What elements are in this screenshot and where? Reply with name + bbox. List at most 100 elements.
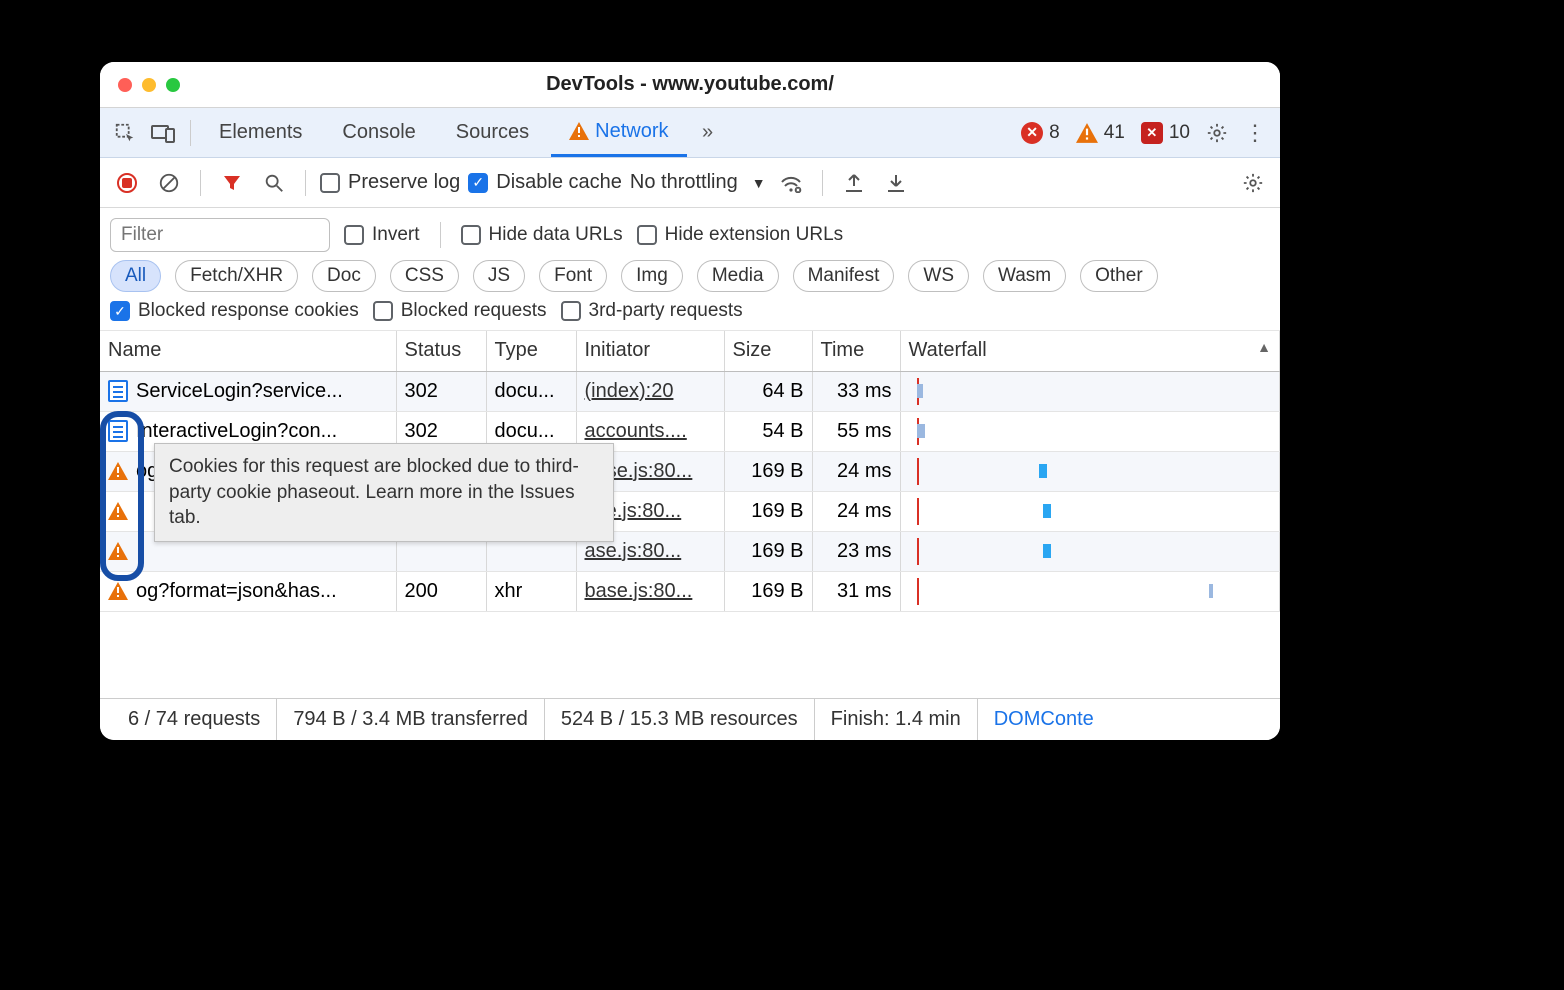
warning-icon [1076, 123, 1098, 143]
warnings-badge[interactable]: 41 [1076, 122, 1125, 144]
hide-data-label: Hide data URLs [489, 224, 623, 246]
cookie-blocked-tooltip: Cookies for this request are blocked due… [154, 443, 614, 542]
separator [440, 222, 441, 248]
download-har-icon[interactable] [879, 166, 913, 200]
type-filter-doc[interactable]: Doc [312, 260, 376, 292]
request-initiator[interactable]: ase.js:80... [585, 540, 682, 562]
request-name: ServiceLogin?service... [136, 380, 343, 403]
disable-cache-checkbox[interactable]: ✓ Disable cache [468, 171, 622, 194]
third-party-checkbox[interactable]: 3rd-party requests [561, 300, 743, 322]
hide-extension-urls-checkbox[interactable]: Hide extension URLs [637, 224, 843, 246]
type-filter-css[interactable]: CSS [390, 260, 459, 292]
panel-tabs: Elements Console Sources Network » ✕ 8 4… [100, 108, 1280, 158]
separator [305, 170, 306, 196]
separator [822, 170, 823, 196]
throttling-value: No throttling [630, 171, 738, 194]
type-filter-all[interactable]: All [110, 260, 161, 292]
hide-data-urls-checkbox[interactable]: Hide data URLs [461, 224, 623, 246]
network-conditions-icon[interactable] [774, 166, 808, 200]
request-name: og?format=json&has... [136, 580, 337, 603]
warning-icon [108, 582, 128, 600]
table-header-row: Name Status Type Initiator Size Time Wat… [100, 331, 1280, 371]
status-bar: 6 / 74 requests 794 B / 3.4 MB transferr… [100, 698, 1280, 740]
table-row[interactable]: og?format=json&has...200xhrbase.js:80...… [100, 571, 1280, 611]
filter-icon[interactable] [215, 166, 249, 200]
filter-bar: Invert Hide data URLs Hide extension URL… [100, 208, 1280, 331]
maximize-window-button[interactable] [166, 78, 180, 92]
type-filter-media[interactable]: Media [697, 260, 779, 292]
type-filter-ws[interactable]: WS [908, 260, 969, 292]
tab-elements[interactable]: Elements [201, 108, 320, 157]
checkbox-icon [344, 225, 364, 245]
upload-har-icon[interactable] [837, 166, 871, 200]
col-name[interactable]: Name [100, 331, 396, 371]
type-filter-js[interactable]: JS [473, 260, 525, 292]
disable-cache-label: Disable cache [496, 171, 622, 194]
type-filter-manifest[interactable]: Manifest [793, 260, 895, 292]
blocked-cookies-checkbox[interactable]: ✓ Blocked response cookies [110, 300, 359, 322]
throttling-select[interactable]: No throttling ▼ [630, 171, 766, 194]
hide-ext-label: Hide extension URLs [665, 224, 843, 246]
tab-console[interactable]: Console [324, 108, 433, 157]
type-filter-wasm[interactable]: Wasm [983, 260, 1066, 292]
minimize-window-button[interactable] [142, 78, 156, 92]
type-filter-img[interactable]: Img [621, 260, 683, 292]
col-status[interactable]: Status [396, 331, 486, 371]
status-transferred: 794 B / 3.4 MB transferred [277, 699, 545, 740]
type-filter-other[interactable]: Other [1080, 260, 1158, 292]
checkbox-icon [373, 301, 393, 321]
request-initiator[interactable]: accounts.... [585, 420, 687, 442]
more-tabs-icon[interactable]: » [691, 116, 725, 150]
document-icon [108, 380, 128, 402]
request-status: 200 [396, 571, 486, 611]
issues-count: 10 [1169, 122, 1190, 144]
waterfall-cell [909, 498, 1272, 525]
request-size: 169 B [724, 531, 812, 571]
network-settings-icon[interactable] [1236, 166, 1270, 200]
invert-checkbox[interactable]: Invert [344, 224, 420, 246]
blocked-req-label: Blocked requests [401, 300, 547, 322]
close-window-button[interactable] [118, 78, 132, 92]
request-initiator[interactable]: (index):20 [585, 380, 674, 402]
col-time[interactable]: Time [812, 331, 900, 371]
col-size[interactable]: Size [724, 331, 812, 371]
request-initiator[interactable]: base.js:80... [585, 580, 693, 602]
errors-badge[interactable]: ✕ 8 [1021, 122, 1060, 144]
sort-asc-icon: ▲ [1257, 339, 1271, 355]
errors-count: 8 [1049, 122, 1060, 144]
window-controls [100, 78, 180, 92]
filter-input[interactable] [110, 218, 330, 252]
more-menu-icon[interactable]: ⋮ [1238, 116, 1272, 150]
separator [190, 120, 191, 146]
waterfall-cell [909, 418, 1272, 445]
issues-badge[interactable]: ✕ 10 [1141, 122, 1190, 144]
clear-button[interactable] [152, 166, 186, 200]
blocked-requests-checkbox[interactable]: Blocked requests [373, 300, 547, 322]
search-icon[interactable] [257, 166, 291, 200]
type-filter-font[interactable]: Font [539, 260, 607, 292]
status-finish: Finish: 1.4 min [815, 699, 978, 740]
tab-sources[interactable]: Sources [438, 108, 547, 157]
third-party-label: 3rd-party requests [589, 300, 743, 322]
warnings-count: 41 [1104, 122, 1125, 144]
type-filter-fetchxhr[interactable]: Fetch/XHR [175, 260, 298, 292]
separator [200, 170, 201, 196]
col-waterfall[interactable]: Waterfall ▲ [900, 331, 1280, 371]
request-time: 23 ms [812, 531, 900, 571]
status-domcontent[interactable]: DOMConte [978, 699, 1110, 740]
preserve-log-checkbox[interactable]: Preserve log [320, 171, 460, 194]
tab-network-label: Network [595, 120, 668, 143]
request-time: 24 ms [812, 491, 900, 531]
tab-network[interactable]: Network [551, 108, 686, 157]
inspect-element-icon[interactable] [108, 116, 142, 150]
invert-label: Invert [372, 224, 420, 246]
col-type[interactable]: Type [486, 331, 576, 371]
preserve-log-label: Preserve log [348, 171, 460, 194]
col-initiator[interactable]: Initiator [576, 331, 724, 371]
checkbox-icon [461, 225, 481, 245]
settings-icon[interactable] [1200, 116, 1234, 150]
device-toolbar-icon[interactable] [146, 116, 180, 150]
record-button[interactable] [110, 166, 144, 200]
request-type: docu... [486, 371, 576, 411]
table-row[interactable]: ServiceLogin?service...302docu...(index)… [100, 371, 1280, 411]
